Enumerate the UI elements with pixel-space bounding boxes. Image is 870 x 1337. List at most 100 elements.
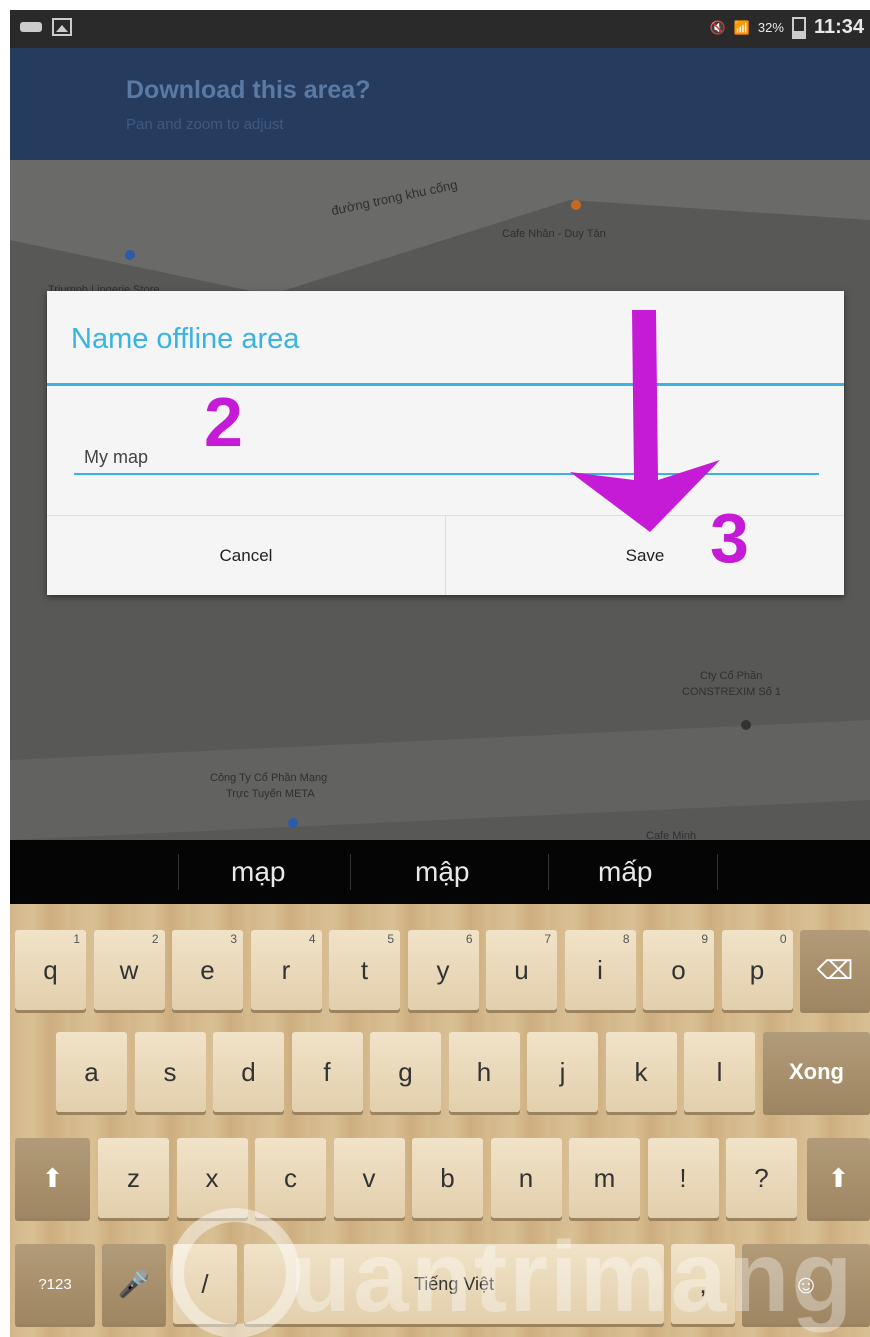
- dialog-title: Name offline area: [71, 323, 300, 355]
- key-l[interactable]: l: [684, 1032, 755, 1112]
- key-label: a: [84, 1056, 99, 1087]
- key-j[interactable]: j: [527, 1032, 598, 1112]
- key-label: f: [323, 1056, 331, 1087]
- map-label: Trực Tuyến META: [226, 788, 315, 800]
- numbers-key[interactable]: ?123: [15, 1244, 95, 1324]
- cancel-button[interactable]: Cancel: [47, 516, 445, 595]
- key-q[interactable]: q1: [15, 930, 86, 1010]
- key-label: v: [362, 1162, 376, 1193]
- key-label: u: [514, 954, 529, 985]
- key-label: y: [436, 954, 450, 985]
- office-marker: [741, 720, 751, 730]
- office-marker: [288, 818, 298, 828]
- key-label: k: [634, 1056, 648, 1087]
- mute-icon: 🔇: [709, 19, 726, 35]
- key-hint: 4: [308, 932, 316, 946]
- map-label: Cty Cổ Phần: [700, 670, 763, 682]
- key-p[interactable]: p0: [721, 930, 793, 1010]
- key-n[interactable]: n: [490, 1138, 562, 1218]
- key-o[interactable]: o9: [643, 930, 714, 1010]
- key-hint: 3: [230, 932, 237, 946]
- key-hint: 6: [465, 932, 473, 946]
- key-hint: 1: [73, 932, 80, 946]
- key-label: p: [749, 954, 765, 985]
- key-hint: 8: [622, 932, 630, 946]
- key-y[interactable]: y6: [407, 930, 479, 1010]
- key-label: i: [597, 954, 603, 985]
- key-hint: 2: [151, 932, 159, 946]
- key-label: d: [241, 1056, 256, 1087]
- phone-screen: 🔇 📶 32% 11:34 Download this area? Pan an…: [10, 10, 870, 1337]
- key-label: t: [360, 954, 369, 985]
- key-k[interactable]: k: [605, 1032, 677, 1112]
- key-d[interactable]: d: [213, 1032, 284, 1112]
- key-z[interactable]: z: [98, 1138, 169, 1218]
- key-label: x: [205, 1162, 219, 1193]
- suggestion-mấp[interactable]: mấp: [598, 856, 652, 888]
- key-x[interactable]: x: [176, 1138, 248, 1218]
- key-t[interactable]: t5: [329, 930, 400, 1010]
- key-e[interactable]: e3: [172, 930, 243, 1010]
- image-icon: [52, 18, 72, 36]
- key-label: h: [476, 1056, 492, 1087]
- key-u[interactable]: u7: [486, 930, 557, 1010]
- map-label: CONSTREXIM Số 1: [682, 686, 782, 698]
- done-key[interactable]: Xong: [763, 1032, 870, 1112]
- suggestion-divider: [717, 854, 718, 890]
- shop-marker: [125, 250, 135, 260]
- key-label: c: [284, 1162, 297, 1193]
- key-label: q: [43, 954, 58, 985]
- key-label: e: [200, 954, 215, 985]
- key-i[interactable]: i8: [564, 930, 636, 1010]
- key-b[interactable]: b: [412, 1138, 483, 1218]
- key-c[interactable]: c: [255, 1138, 326, 1218]
- key-hint: 7: [544, 932, 551, 946]
- key-g[interactable]: g: [370, 1032, 441, 1112]
- wifi-icon: 📶: [733, 19, 750, 35]
- key-label: g: [398, 1056, 413, 1087]
- suggestion-mạp[interactable]: mạp: [231, 856, 285, 888]
- key-label: !: [679, 1162, 687, 1193]
- key-label: b: [440, 1162, 455, 1193]
- shift-left-key[interactable]: ⬆: [15, 1138, 90, 1218]
- key-hint: 5: [387, 932, 394, 946]
- key-label: n: [518, 1162, 534, 1193]
- key-s[interactable]: s: [134, 1032, 206, 1112]
- key-r[interactable]: r4: [250, 930, 322, 1010]
- comma-key[interactable]: ,: [671, 1244, 735, 1324]
- slash-key[interactable]: /: [173, 1244, 237, 1324]
- cafe-marker: [571, 200, 581, 210]
- key-label: ?: [754, 1162, 769, 1193]
- key-![interactable]: !: [647, 1138, 719, 1218]
- key-label: m: [593, 1162, 616, 1193]
- key-f[interactable]: f: [291, 1032, 363, 1112]
- key-label: w: [119, 954, 139, 985]
- key-hint: 0: [779, 932, 787, 946]
- space-key[interactable]: Tiếng Việt: [244, 1244, 664, 1324]
- map-label: Công Ty Cổ Phần Mạng: [210, 772, 328, 784]
- step-2-annotation: 2: [204, 383, 243, 461]
- key-v[interactable]: v: [333, 1138, 405, 1218]
- backspace-key[interactable]: ⌫: [800, 930, 870, 1010]
- key-h[interactable]: h: [448, 1032, 520, 1112]
- on-screen-keyboard: q1w2e3r4t5y6u7i8o9p0 asdfghjkl z x c v b n m!?…: [10, 904, 870, 1337]
- status-bar: 🔇 📶 32% 11:34: [10, 10, 870, 48]
- microphone-key[interactable]: 🎤: [102, 1244, 166, 1324]
- suggestion-bar: mạp mập mấp: [10, 840, 870, 904]
- key-label: o: [671, 954, 686, 985]
- key-a[interactable]: a: [56, 1032, 127, 1112]
- key-w[interactable]: w2: [93, 930, 165, 1010]
- key-?[interactable]: ?: [726, 1138, 797, 1218]
- key-hint: 9: [701, 932, 708, 946]
- battery-icon: [791, 16, 806, 39]
- emoji-key[interactable]: ☺: [742, 1244, 870, 1324]
- shift-right-key[interactable]: ⬆: [807, 1138, 870, 1218]
- key-label: r: [281, 954, 291, 985]
- map-label: Cafe Nhân - Duy Tân: [502, 228, 606, 240]
- download-area-header: Download this area? Pan and zoom to adju…: [10, 48, 870, 160]
- key-m[interactable]: m: [569, 1138, 640, 1218]
- battery-percent: 32%: [757, 20, 784, 35]
- header-title: Download this area?: [126, 76, 371, 104]
- header-subtitle: Pan and zoom to adjust: [126, 116, 284, 133]
- suggestion-mập[interactable]: mập: [415, 856, 469, 888]
